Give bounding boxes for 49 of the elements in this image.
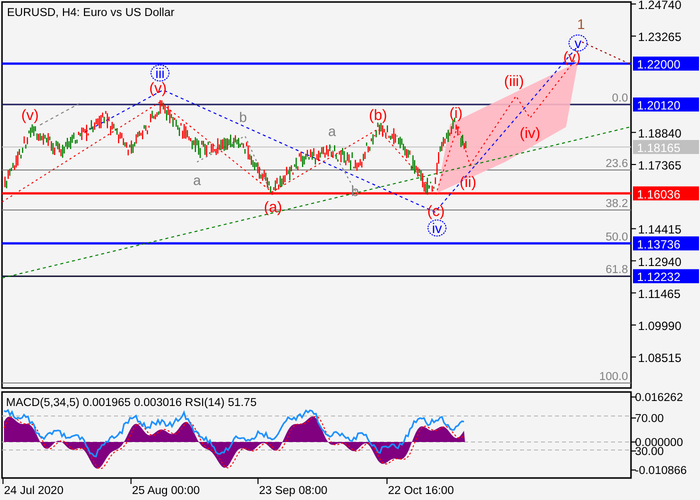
- wave-label: (a): [264, 199, 282, 216]
- price-axis-label: 1.12940: [638, 254, 682, 269]
- price-axis-label: 1.18840: [638, 126, 682, 140]
- price-tag-label: 1.18165: [637, 141, 680, 155]
- wave-label: (ii): [460, 174, 476, 191]
- fibonacci-level-label: 0.0: [612, 92, 628, 104]
- indicator-axis-label: 0.016262: [635, 392, 683, 404]
- price-tag-label: 1.20120: [637, 98, 680, 112]
- chart-title: EURUSD, H4: Euro vs US Dollar: [7, 7, 174, 19]
- wave-label: (b): [368, 107, 388, 124]
- time-axis-label: 25 Aug 00:00: [132, 485, 200, 497]
- wave-label: (v): [149, 80, 167, 97]
- price-tag-label: 1.22000: [637, 58, 680, 72]
- circled-wave-label: iii: [150, 64, 170, 82]
- price-axis-label: 1.08515: [638, 351, 682, 365]
- price-axis-label: 1.14415: [638, 222, 682, 237]
- wave-label: (i): [449, 105, 463, 122]
- time-axis-label: 23 Sep 08:00: [259, 485, 328, 497]
- wave-label: b: [239, 109, 247, 125]
- circled-wave-label: v: [568, 34, 588, 52]
- wave-label: (iv): [520, 125, 540, 142]
- wave-label: 1: [577, 16, 585, 32]
- indicator-axis-label: -0.010866: [635, 465, 687, 477]
- time-axis-label: 24 Jul 2020: [4, 485, 64, 497]
- price-axis-label: 1.24740: [638, 0, 682, 12]
- price-axis-label: 1.09990: [638, 319, 682, 333]
- wave-label: a: [193, 172, 201, 188]
- indicator-axis-label: 30.00: [635, 446, 664, 458]
- fibonacci-level-label: 50.0: [606, 231, 628, 244]
- indicator-legend: MACD(5,34,5) 0.001965 0.003016 RSI(14) 51.75: [6, 397, 257, 409]
- time-axis-label: 22 Oct 16:00: [388, 485, 454, 497]
- fibonacci-level-label: 100.0: [599, 371, 628, 383]
- wave-label: (v): [21, 107, 39, 124]
- circled-wave-label: iv: [428, 220, 446, 236]
- fibonacci-level-label: 38.2: [606, 198, 628, 210]
- fibonacci-level-label: 61.8: [606, 264, 628, 276]
- price-tag-label: 1.13736: [637, 237, 680, 252]
- fibonacci-level-label: 23.6: [606, 158, 628, 170]
- wave-label: (iii): [504, 73, 524, 90]
- wave-label: a: [328, 123, 336, 139]
- wave-line: [582, 42, 630, 64]
- price-axis-label: 1.11465: [638, 286, 680, 301]
- wave-label: (v): [563, 49, 581, 66]
- wave-label: (c): [427, 203, 445, 220]
- price-axis-label: 1.23265: [638, 30, 682, 44]
- price-tag-label: 1.12232: [637, 270, 680, 284]
- price-axis-label: 1.17365: [638, 158, 682, 172]
- price-tag-label: 1.16036: [637, 187, 680, 202]
- indicator-axis-label: 70.00: [635, 413, 664, 425]
